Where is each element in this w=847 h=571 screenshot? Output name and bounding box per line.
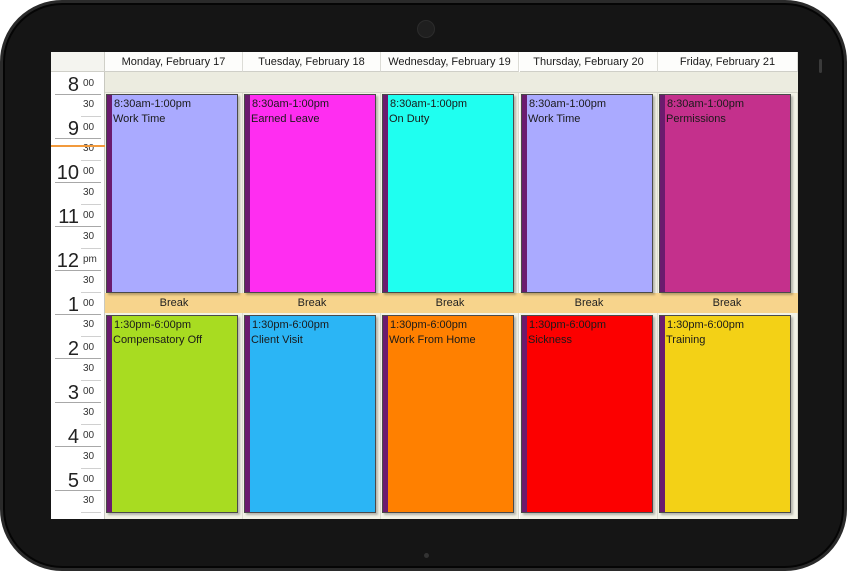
appointment-time: 8:30am-1:00pm xyxy=(252,98,330,110)
appointment-subject: Work Time xyxy=(113,113,166,125)
scheduler-view: Monday, February 17 Tuesday, February 18… xyxy=(51,52,798,519)
appointment-status-bar xyxy=(383,316,388,512)
appointment-time: 1:30pm-6:00pm xyxy=(390,319,468,331)
hour-minutes-label: 00 xyxy=(83,474,95,485)
hour-label: 3 xyxy=(67,382,79,404)
half-hour-line xyxy=(81,424,101,425)
half-hour-label: 30 xyxy=(83,99,95,110)
half-hour-label: 30 xyxy=(83,187,95,198)
half-hour-label: 30 xyxy=(83,363,95,374)
break-label[interactable]: Break xyxy=(105,293,243,313)
appointment-time: 8:30am-1:00pm xyxy=(529,98,607,110)
appointment-status-bar xyxy=(522,95,527,292)
hour-minutes-label: 00 xyxy=(83,210,95,221)
hour-label: 12 xyxy=(56,250,79,272)
half-hour-line xyxy=(81,336,101,337)
half-hour-line xyxy=(81,468,101,469)
appointment-subject: Compensatory Off xyxy=(113,334,203,346)
half-hour-label: 30 xyxy=(83,275,95,286)
hour-label: 5 xyxy=(67,470,79,492)
appointment-status-bar xyxy=(660,95,665,292)
half-hour-label: 30 xyxy=(83,407,95,418)
appointment-time: 1:30pm-6:00pm xyxy=(114,319,192,331)
day-header-friday[interactable]: Friday, February 21 xyxy=(658,52,798,72)
half-hour-label: 30 xyxy=(83,451,95,462)
hour-label: 4 xyxy=(67,426,79,448)
appointment-time: 1:30pm-6:00pm xyxy=(667,319,745,331)
hour-minutes-label: 00 xyxy=(83,298,95,309)
appointment-subject: Earned Leave xyxy=(251,113,320,125)
appointment-thursday-morning[interactable]: 8:30am-1:00pm Work Time xyxy=(521,94,653,293)
half-hour-label: 30 xyxy=(83,231,95,242)
hour-label: 1 xyxy=(67,294,79,316)
all-day-row[interactable] xyxy=(105,72,798,93)
hour-minutes-label: pm xyxy=(83,254,97,265)
appointment-time: 8:30am-1:00pm xyxy=(390,98,468,110)
half-hour-line xyxy=(81,380,101,381)
hour-minutes-label: 00 xyxy=(83,430,95,441)
half-hour-line xyxy=(81,292,101,293)
hour-minutes-label: 00 xyxy=(83,386,95,397)
appointment-status-bar xyxy=(383,95,388,292)
appointment-monday-morning[interactable]: 8:30am-1:00pm Work Time xyxy=(106,94,238,293)
half-hour-line xyxy=(81,248,101,249)
appointment-friday-morning[interactable]: 8:30am-1:00pm Permissions xyxy=(659,94,791,293)
hour-label: 11 xyxy=(58,206,79,228)
appointment-wednesday-afternoon[interactable]: 1:30pm-6:00pm Work From Home xyxy=(382,315,514,513)
hour-minutes-label: 00 xyxy=(83,166,95,177)
hour-label: 2 xyxy=(67,338,79,360)
appointment-subject: Client Visit xyxy=(251,334,303,346)
appointment-subject: Sickness xyxy=(528,334,573,346)
day-header-monday[interactable]: Monday, February 17 xyxy=(105,52,243,72)
hour-label: 9 xyxy=(67,118,79,140)
current-time-indicator xyxy=(51,145,105,147)
camera-icon xyxy=(417,20,435,38)
appointment-friday-afternoon[interactable]: 1:30pm-6:00pm Training xyxy=(659,315,791,513)
half-hour-label: 30 xyxy=(83,319,95,330)
appointment-monday-afternoon[interactable]: 1:30pm-6:00pm Compensatory Off xyxy=(106,315,238,513)
appointment-time: 8:30am-1:00pm xyxy=(114,98,192,110)
appointment-status-bar xyxy=(660,316,665,512)
half-hour-line xyxy=(81,204,101,205)
break-label[interactable]: Break xyxy=(381,293,519,313)
time-ruler: 8 00 30 9 00 30 10 00 30 11 00 30 12 pm … xyxy=(51,72,105,519)
day-header-wednesday[interactable]: Wednesday, February 19 xyxy=(381,52,519,72)
header-corner xyxy=(51,52,105,72)
appointment-subject: Training xyxy=(666,334,706,346)
break-label[interactable]: Break xyxy=(243,293,381,313)
appointment-subject: Permissions xyxy=(666,113,726,125)
half-hour-line xyxy=(81,160,101,161)
appointment-subject: On Duty xyxy=(389,113,430,125)
appointment-subject: Work Time xyxy=(528,113,581,125)
half-hour-label: 30 xyxy=(83,495,95,506)
hour-label: 10 xyxy=(56,162,79,184)
appointment-time: 1:30pm-6:00pm xyxy=(529,319,607,331)
break-label[interactable]: Break xyxy=(520,293,658,313)
half-hour-line xyxy=(81,116,101,117)
side-button xyxy=(819,59,822,73)
hour-label: 8 xyxy=(67,74,79,96)
appointment-tuesday-afternoon[interactable]: 1:30pm-6:00pm Client Visit xyxy=(244,315,376,513)
hour-minutes-label: 00 xyxy=(83,78,95,89)
appointment-status-bar xyxy=(522,316,527,512)
hour-minutes-label: 00 xyxy=(83,342,95,353)
appointment-status-bar xyxy=(245,95,250,292)
appointment-subject: Work From Home xyxy=(389,334,476,346)
day-header-thursday[interactable]: Thursday, February 20 xyxy=(520,52,658,72)
half-hour-line xyxy=(81,512,101,513)
appointment-time: 8:30am-1:00pm xyxy=(667,98,745,110)
appointment-thursday-afternoon[interactable]: 1:30pm-6:00pm Sickness xyxy=(521,315,653,513)
appointment-status-bar xyxy=(245,316,250,512)
appointment-time: 1:30pm-6:00pm xyxy=(252,319,330,331)
appointment-tuesday-morning[interactable]: 8:30am-1:00pm Earned Leave xyxy=(244,94,376,293)
break-label[interactable]: Break xyxy=(658,293,796,313)
day-header-tuesday[interactable]: Tuesday, February 18 xyxy=(243,52,381,72)
home-indicator xyxy=(424,553,429,558)
appointment-status-bar xyxy=(107,95,112,292)
appointment-status-bar xyxy=(107,316,112,512)
appointment-wednesday-morning[interactable]: 8:30am-1:00pm On Duty xyxy=(382,94,514,293)
hour-minutes-label: 00 xyxy=(83,122,95,133)
